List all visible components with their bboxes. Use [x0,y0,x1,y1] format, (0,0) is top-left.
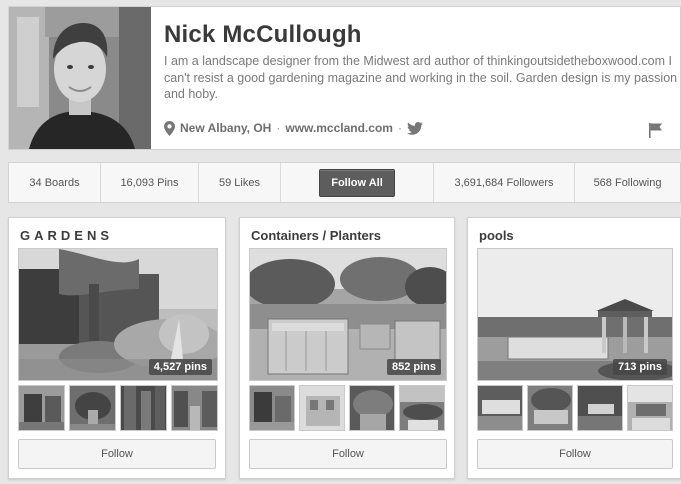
meta-separator: · [397,121,402,135]
board-cover-image[interactable]: 4,527 pins [18,248,218,381]
board-thumbnail[interactable] [349,385,395,431]
meta-separator: · [276,121,281,135]
board-follow-button[interactable]: Follow [18,439,216,469]
profile-meta: New Albany, OH · www.mccland.com · [164,119,423,137]
board-card[interactable]: GARDENS 4,527 pins Follow [8,217,226,479]
board-title[interactable]: GARDENS [20,228,113,243]
profile-stats-bar: 34 Boards 16,093 Pins 59 Likes Follow Al… [8,162,681,203]
board-thumbnail[interactable] [18,385,65,431]
avatar-photo [9,7,151,149]
follow-all-button[interactable]: Follow All [319,168,395,197]
board-thumbnail[interactable] [299,385,345,431]
profile-location: New Albany, OH [180,121,272,135]
board-title[interactable]: Containers / Planters [251,228,381,243]
board-thumbnail[interactable] [249,385,295,431]
board-thumbnail[interactable] [69,385,116,431]
board-thumbnails [477,385,673,431]
follow-all-container: Follow All [281,163,434,202]
board-thumbnail[interactable] [627,385,673,431]
profile-header: Nick McCullough I am a landscape designe… [8,6,681,150]
board-thumbnail[interactable] [577,385,623,431]
profile-name: Nick McCullough [164,21,362,48]
board-pin-count: 852 pins [386,359,441,375]
board-cover-image[interactable]: 713 pins [477,248,673,381]
board-thumbnail[interactable] [171,385,218,431]
board-thumbnail[interactable] [527,385,573,431]
stat-boards[interactable]: 34 Boards [9,163,101,202]
profile-website-link[interactable]: www.mccland.com [285,121,393,135]
twitter-bird-icon[interactable] [406,121,423,135]
stat-followers[interactable]: 3,691,684 Followers [434,163,575,202]
board-title[interactable]: pools [479,228,514,243]
board-thumbnail[interactable] [120,385,167,431]
board-card[interactable]: pools 713 pins Follow [467,217,681,479]
stat-following[interactable]: 568 Following [575,163,680,202]
board-follow-button[interactable]: Follow [477,439,673,469]
board-card[interactable]: Containers / Planters 852 pins Follow [239,217,455,479]
flag-icon[interactable] [649,123,662,138]
board-thumbnails [249,385,445,431]
profile-avatar[interactable] [9,7,151,149]
location-pin-icon [164,120,175,136]
board-pin-count: 713 pins [612,359,667,375]
stat-pins[interactable]: 16,093 Pins [101,163,199,202]
stat-likes[interactable]: 59 Likes [199,163,281,202]
board-thumbnail[interactable] [399,385,445,431]
board-thumbnails [18,385,218,431]
board-follow-button[interactable]: Follow [249,439,447,469]
profile-bio: I am a landscape designer from the Midwe… [164,54,678,101]
board-pin-count: 4,527 pins [148,359,212,375]
board-cover-image[interactable]: 852 pins [249,248,447,381]
board-thumbnail[interactable] [477,385,523,431]
